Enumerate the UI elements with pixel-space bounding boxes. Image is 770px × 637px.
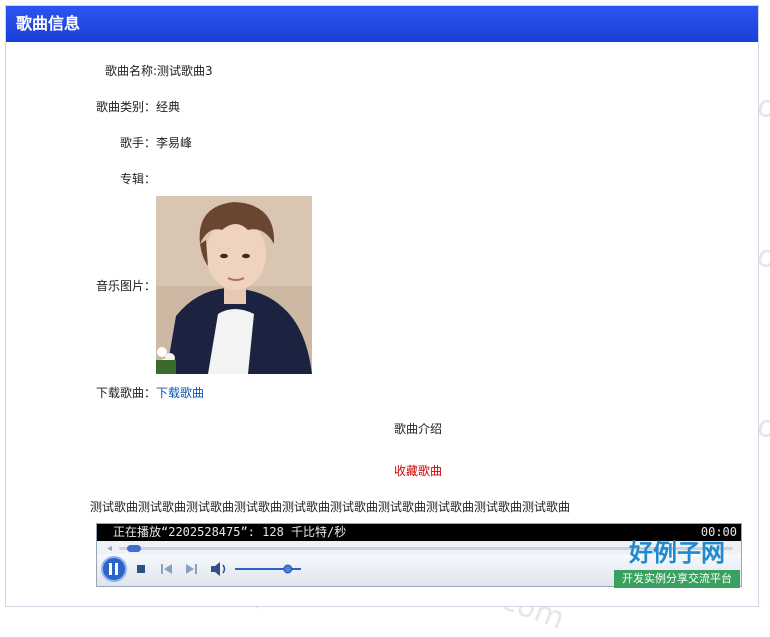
pause-button[interactable] bbox=[101, 556, 127, 582]
song-name-row: 歌曲名称:测试歌曲3 bbox=[105, 63, 213, 79]
singer-row: 歌手：李易峰 bbox=[120, 135, 192, 151]
favorite-song-link[interactable]: 收藏歌曲 bbox=[394, 463, 442, 479]
singer-value: 李易峰 bbox=[156, 136, 193, 150]
previous-icon[interactable] bbox=[161, 564, 172, 574]
rewind-small-icon bbox=[107, 546, 112, 551]
site-logo: 好例子网 开发实例分享交流平台 bbox=[614, 538, 740, 590]
song-picture bbox=[156, 196, 312, 374]
seek-thumb[interactable] bbox=[127, 545, 141, 552]
favorite-song-link-text[interactable]: 收藏歌曲 bbox=[394, 464, 442, 478]
intro-text: 测试歌曲测试歌曲测试歌曲测试歌曲测试歌曲测试歌曲测试歌曲测试歌曲测试歌曲测试歌曲 bbox=[90, 500, 571, 514]
singer-label: 歌手： bbox=[120, 136, 157, 150]
album-row: 专辑： bbox=[120, 171, 156, 187]
volume-slider[interactable] bbox=[235, 564, 301, 574]
song-category-row: 歌曲类别：经典 bbox=[96, 99, 180, 115]
intro-heading: 歌曲介绍 bbox=[394, 422, 443, 436]
page-title: 歌曲信息 bbox=[16, 14, 81, 33]
song-category-value: 经典 bbox=[156, 100, 181, 114]
next-icon[interactable] bbox=[186, 564, 197, 574]
picture-label: 音乐图片： bbox=[96, 279, 157, 293]
singer-photo-icon bbox=[156, 196, 312, 374]
download-song-link[interactable]: 下载歌曲 bbox=[156, 386, 204, 400]
now-playing-text: 正在播放“2202528475”: 128 千比特/秒 bbox=[113, 525, 347, 539]
panel-header: 歌曲信息 bbox=[6, 6, 758, 42]
logo-title: 好例子网 bbox=[629, 539, 725, 567]
song-info-panel: 歌曲信息 bbox=[5, 5, 759, 607]
download-row: 下载歌曲：下载歌曲 bbox=[96, 385, 204, 401]
song-name-label: 歌曲名称: bbox=[105, 64, 158, 78]
album-label: 专辑： bbox=[120, 172, 157, 186]
download-label: 下载歌曲： bbox=[96, 386, 157, 400]
volume-icon[interactable] bbox=[211, 562, 226, 576]
song-name-value: 测试歌曲3 bbox=[157, 64, 213, 78]
stop-icon[interactable] bbox=[137, 565, 145, 573]
logo-subtitle: 开发实例分享交流平台 bbox=[614, 570, 740, 588]
player-controls-svg bbox=[101, 556, 301, 582]
song-category-label: 歌曲类别： bbox=[96, 100, 157, 114]
